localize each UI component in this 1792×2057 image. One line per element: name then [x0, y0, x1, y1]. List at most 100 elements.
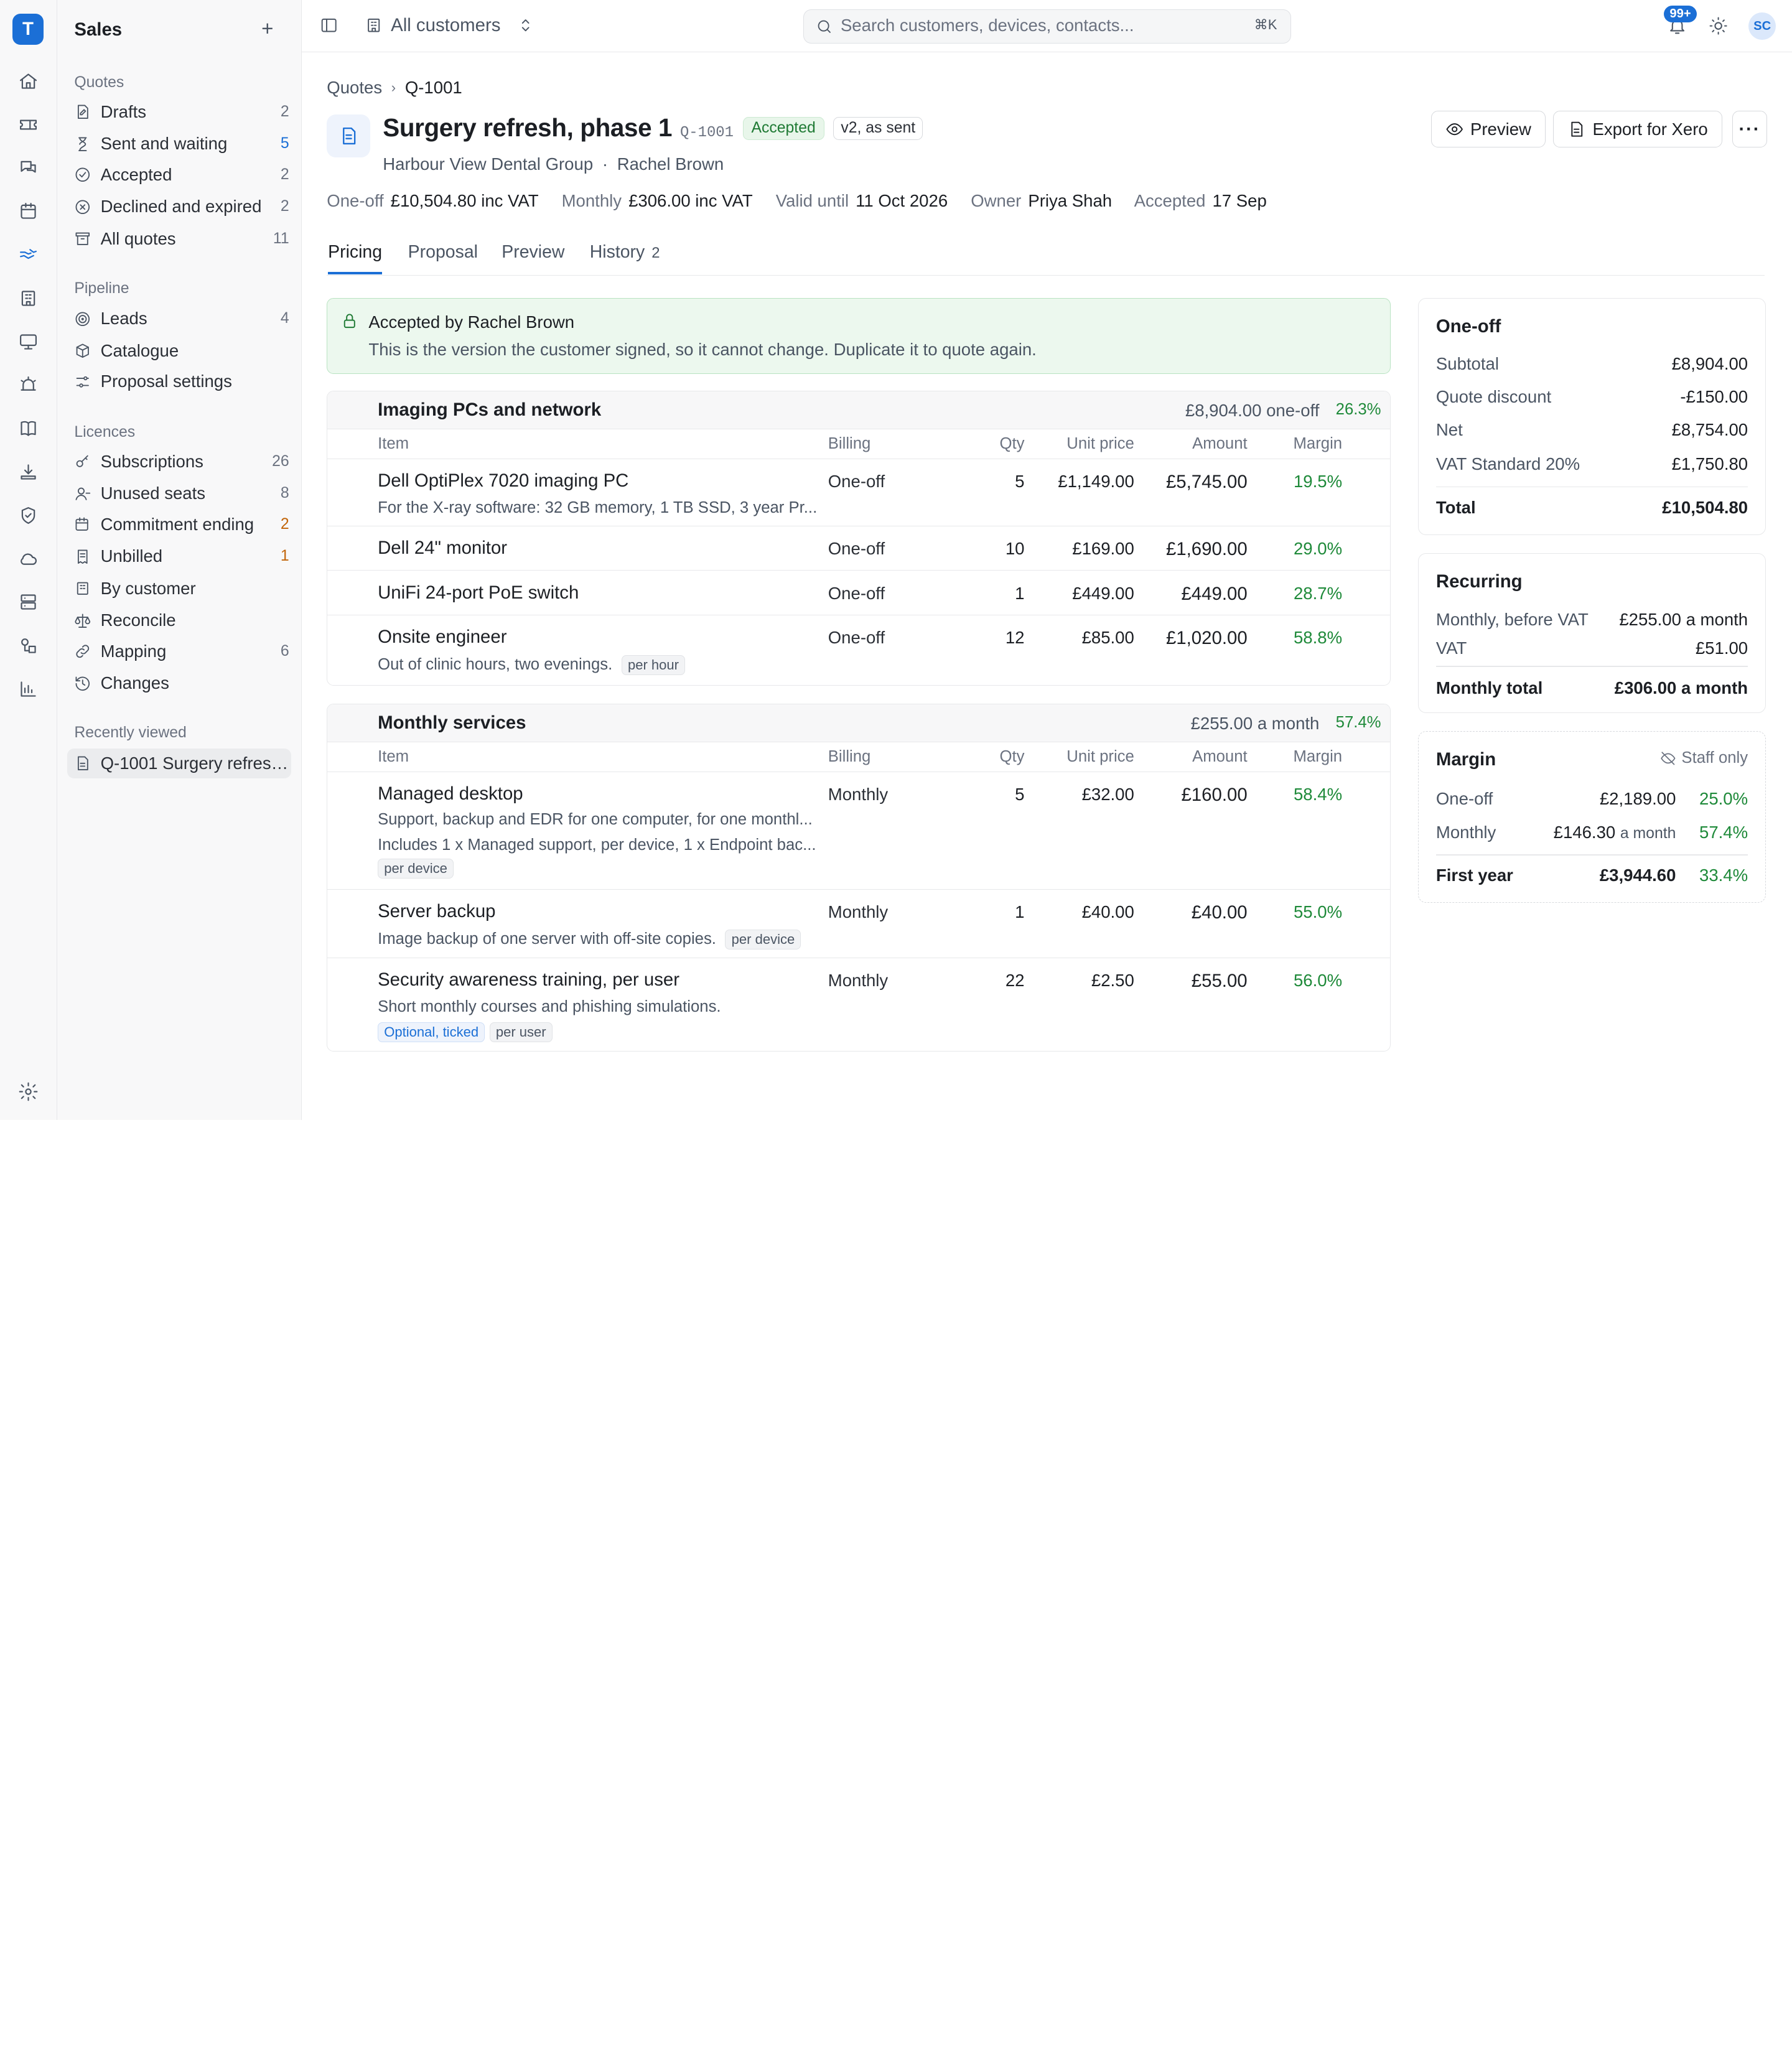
ticket-icon[interactable]: [17, 113, 40, 136]
meta-oneoff: £10,504.80 inc VAT: [390, 190, 539, 210]
customer-link[interactable]: Harbour View Dental Group: [383, 154, 593, 174]
sidebar-item-catalogue[interactable]: Catalogue: [67, 336, 291, 366]
sidebar-item-changes[interactable]: Changes: [67, 668, 291, 698]
sidebar-item-leads[interactable]: Leads 4: [67, 304, 291, 334]
document-icon: [327, 114, 371, 158]
sliders-icon: [77, 376, 90, 388]
export-xero-button[interactable]: Export for Xero: [1553, 111, 1722, 147]
table-row[interactable]: Dell OptiPlex 7020 imaging PC For the X-…: [327, 459, 1391, 526]
sidebar: Sales + Quotes Drafts 2 Sent and waiting…: [57, 0, 302, 1120]
book-icon[interactable]: [17, 417, 40, 440]
summary-total: Total £10,504.80: [1435, 497, 1748, 517]
table-row[interactable]: Security awareness training, per user Sh…: [327, 958, 1390, 1050]
add-icon[interactable]: +: [257, 17, 278, 41]
home-icon[interactable]: [17, 70, 40, 93]
column-headers: Item Billing Qty Unit price Amount Margi…: [327, 429, 1391, 459]
shield-icon[interactable]: [17, 504, 40, 527]
group-header: Monthly services £255.00 a month 57.4%: [327, 704, 1391, 742]
link-icon: [76, 645, 90, 658]
calendar-icon[interactable]: [17, 200, 40, 223]
sidebar-item-declined[interactable]: Declined and expired 2: [67, 192, 291, 222]
breadcrumb-quotes[interactable]: Quotes: [327, 78, 382, 98]
shapes-icon[interactable]: [17, 634, 40, 657]
draft-icon: [78, 105, 89, 119]
receipt-icon: [78, 549, 88, 564]
quote-header: Surgery refresh, phase 1 Q-1001 Accepted…: [383, 113, 923, 144]
banner-title: Accepted by Rachel Brown: [368, 312, 575, 332]
divider: [1435, 486, 1748, 488]
document-icon: [78, 756, 89, 771]
avatar[interactable]: SC: [1748, 12, 1776, 40]
table-row[interactable]: Dell 24" monitor One-off 10 £169.00 £1,6…: [327, 526, 1391, 571]
sidebar-item-recent-quote[interactable]: Q-1001 Surgery refresh, phase 1: [67, 749, 292, 778]
sales-icon[interactable]: [17, 243, 40, 266]
chat-icon[interactable]: [17, 157, 40, 180]
line-group-imaging: Imaging PCs and network £8,904.00 one-of…: [327, 391, 1391, 686]
unit-chip: per hour: [621, 655, 686, 676]
quote-subtitle: Harbour View Dental Group · Rachel Brown: [383, 154, 724, 174]
chevron-updown-icon[interactable]: [516, 16, 534, 39]
unit-chip: per device: [725, 930, 801, 949]
section-licences: Licences: [74, 424, 136, 441]
sidebar-item-reconcile[interactable]: Reconcile: [67, 605, 291, 635]
more-actions-button[interactable]: ···: [1732, 111, 1767, 147]
recurring-summary-card: Recurring Monthly, before VAT £255.00 a m…: [1418, 553, 1766, 714]
count: 4: [280, 310, 289, 327]
sidebar-item-accepted[interactable]: Accepted 2: [67, 160, 291, 190]
unit-chip: per device: [378, 859, 454, 879]
preview-button[interactable]: Preview: [1430, 111, 1546, 147]
line-group-monthly: Monthly services £255.00 a month 57.4% I…: [327, 704, 1391, 1052]
sidebar-item-commitment-ending[interactable]: Commitment ending 2: [67, 510, 291, 539]
sidebar-item-all-quotes[interactable]: All quotes 11: [67, 224, 291, 254]
server-icon[interactable]: [17, 591, 40, 614]
summary-row: Net £8,754.00: [1435, 420, 1748, 440]
notification-badge: 99+: [1664, 6, 1697, 22]
sidebar-item-mapping[interactable]: Mapping 6: [67, 637, 291, 666]
tab-preview[interactable]: Preview: [502, 242, 564, 263]
box-icon: [77, 343, 90, 358]
settings-gear-icon[interactable]: [17, 1080, 40, 1103]
history-count: 2: [651, 245, 660, 262]
summary-row: Subtotal £8,904.00: [1435, 353, 1748, 373]
oneoff-summary-card: One-off Subtotal £8,904.00 Quote discount…: [1418, 298, 1766, 535]
building-icon[interactable]: [17, 287, 40, 310]
icon-rail: T: [0, 0, 57, 1120]
sidebar-title: Sales: [74, 19, 123, 40]
table-row[interactable]: Onsite engineer Out of clinic hours, two…: [327, 615, 1390, 684]
sidebar-item-drafts[interactable]: Drafts 2: [67, 97, 291, 127]
app-logo[interactable]: T: [12, 14, 44, 45]
banner-text: This is the version the customer signed,…: [368, 340, 1037, 360]
alert-icon[interactable]: [17, 374, 40, 397]
summary-row: VAT Standard 20% £1,750.80: [1435, 454, 1748, 474]
search-shortcut: ⌘K: [1254, 16, 1277, 32]
summary-row: Monthly, before VAT £255.00 a month: [1435, 609, 1748, 629]
customer-scope-select[interactable]: All customers: [391, 15, 500, 36]
sidebar-toggle-icon[interactable]: [320, 16, 338, 39]
tab-pricing[interactable]: Pricing: [328, 242, 383, 274]
search-input[interactable]: [840, 14, 1230, 37]
key-icon: [77, 455, 89, 467]
count: 2: [280, 516, 289, 533]
search-box[interactable]: ⌘K: [803, 9, 1292, 44]
sidebar-item-subscriptions[interactable]: Subscriptions 26: [67, 447, 291, 477]
monitor-icon[interactable]: [17, 330, 40, 353]
optional-chip: Optional, ticked: [378, 1022, 485, 1042]
sidebar-item-sent[interactable]: Sent and waiting 5: [67, 129, 291, 159]
tab-history[interactable]: History 2: [590, 242, 660, 263]
cloud-icon[interactable]: [17, 548, 40, 571]
sidebar-item-proposal-settings[interactable]: Proposal settings: [67, 367, 291, 397]
section-quotes: Quotes: [74, 74, 124, 91]
table-row[interactable]: UniFi 24-port PoE switch One-off 1 £449.…: [327, 571, 1391, 616]
scale-icon: [75, 613, 91, 628]
reports-icon[interactable]: [17, 678, 40, 701]
sidebar-item-by-customer[interactable]: By customer: [67, 574, 291, 604]
sidebar-item-unbilled[interactable]: Unbilled 1: [67, 542, 291, 572]
section-pipeline: Pipeline: [74, 279, 129, 297]
download-icon[interactable]: [17, 460, 40, 483]
contact-link[interactable]: Rachel Brown: [617, 154, 724, 174]
table-row[interactable]: Server backup Image backup of one server…: [327, 890, 1391, 959]
theme-toggle-icon[interactable]: [1709, 16, 1728, 40]
tab-proposal[interactable]: Proposal: [408, 242, 478, 263]
sidebar-item-unused-seats[interactable]: Unused seats 8: [67, 479, 291, 509]
table-row[interactable]: Managed desktop Support, backup and EDR …: [327, 772, 1391, 890]
